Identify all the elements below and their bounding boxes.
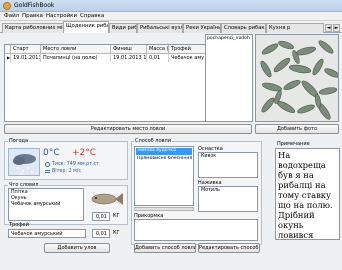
bait-item[interactable]: Мотиль bbox=[201, 188, 220, 193]
photo-list[interactable]: pochapenci_vodoh bbox=[205, 34, 253, 122]
catch-item[interactable]: Окунь bbox=[11, 196, 26, 201]
method-scrollbar[interactable] bbox=[134, 207, 194, 211]
edit-method-button[interactable]: Редактировать способ ловли bbox=[198, 243, 260, 253]
fish-icon bbox=[91, 193, 123, 205]
menu-bar: Файл Правка Настройки Справка bbox=[0, 12, 342, 21]
trophy-weight-unit: КГ bbox=[113, 230, 120, 236]
note-text[interactable]: На водохреща був я на рибалці на тому ст… bbox=[275, 148, 340, 240]
air-temperature: +2°C bbox=[72, 148, 97, 158]
menu-help[interactable]: Справка bbox=[80, 13, 104, 19]
tab-dictionary[interactable]: Словарь рибака bbox=[221, 23, 266, 33]
tab-scroll-right-icon[interactable]: ► bbox=[333, 24, 340, 32]
weather-legend: Погода bbox=[8, 138, 30, 144]
add-photo-button[interactable]: Добавить фото bbox=[255, 124, 339, 134]
snap-list[interactable]: Кивок bbox=[198, 152, 258, 178]
col-start[interactable]: Старт bbox=[11, 45, 41, 54]
water-temperature: 0°C bbox=[43, 148, 60, 158]
menu-edit[interactable]: Правка bbox=[22, 13, 43, 19]
add-catch-button[interactable]: Добавить улов bbox=[44, 243, 110, 253]
col-finish[interactable]: Финиш bbox=[111, 45, 147, 54]
trophy-legend: Трофей bbox=[9, 222, 29, 228]
catch-item[interactable]: Плітка bbox=[11, 190, 28, 195]
cell-mass[interactable]: 0,01 bbox=[147, 54, 169, 62]
method-item[interactable]: Прямовисне блесніння bbox=[136, 156, 192, 161]
window-title: GoldFishBook bbox=[14, 2, 55, 9]
wind-icon bbox=[45, 170, 50, 173]
tab-scroll-left-icon[interactable]: ◄ bbox=[325, 24, 332, 32]
pressure-icon bbox=[45, 162, 50, 167]
tab-rivers[interactable]: Реки України bbox=[183, 23, 221, 33]
cloud-snow-icon bbox=[13, 154, 36, 175]
photo-list-item[interactable]: pochapenci_vodoh bbox=[207, 36, 250, 41]
fish-picture bbox=[88, 187, 124, 211]
catch-item[interactable]: Чебачок амурський bbox=[11, 202, 60, 207]
tab-bar: Карта риболовних місць Щоденник рибака В… bbox=[0, 21, 342, 33]
tab-map[interactable]: Карта риболовних місць bbox=[2, 23, 64, 33]
groundbait-list[interactable] bbox=[134, 219, 258, 241]
tab-diary[interactable]: Щоденник рибака bbox=[63, 21, 109, 33]
trophy-weight-input[interactable]: 0,01 bbox=[92, 229, 110, 238]
snap-item[interactable]: Кивок bbox=[201, 154, 216, 159]
tab-knots[interactable]: Рибальські вузлі bbox=[137, 23, 183, 33]
menu-file[interactable]: Файл bbox=[4, 13, 19, 19]
catch-list[interactable]: Плітка Окунь Чебачок амурський bbox=[8, 188, 84, 221]
wind-value: Вітер: 2 м/с bbox=[52, 169, 82, 174]
trophy-field[interactable]: Чебачок амурський bbox=[8, 229, 86, 238]
catch-weight-unit: КГ bbox=[113, 213, 120, 219]
method-item[interactable]: Зимова вудочка bbox=[136, 148, 192, 155]
col-mass[interactable]: Масса (кг) bbox=[147, 45, 169, 54]
weather-image bbox=[8, 148, 40, 176]
cell-finish[interactable]: 19.01.2013 1 bbox=[111, 54, 147, 62]
title-bar: GoldFishBook bbox=[0, 0, 342, 12]
edit-place-button[interactable]: Редактировать место ловли bbox=[4, 124, 252, 134]
tab-kitchen[interactable]: Кухня р bbox=[266, 23, 324, 33]
col-place[interactable]: Место ловли bbox=[41, 45, 111, 54]
catch-photo bbox=[255, 34, 339, 122]
tab-fish-species[interactable]: Види риб bbox=[109, 23, 137, 33]
menu-settings[interactable]: Настройки bbox=[46, 13, 77, 19]
method-legend: Способ ловли bbox=[134, 138, 172, 144]
method-list[interactable]: Зимова вудочка Прямовисне блесніння bbox=[134, 146, 194, 206]
pressure-value: Тиск: 749 мм.рт.ст bbox=[52, 162, 99, 167]
cell-start[interactable]: 19.01.2013 13 bbox=[11, 54, 41, 62]
bait-list[interactable]: Мотиль bbox=[198, 186, 258, 212]
app-fish-icon bbox=[3, 2, 11, 10]
catch-weight-input[interactable]: 0,01 bbox=[92, 212, 110, 221]
fish-pile-image bbox=[256, 35, 338, 121]
cell-place[interactable]: Почапинці (на полю) bbox=[41, 54, 111, 62]
note-legend: Примечание bbox=[277, 141, 310, 147]
add-method-button[interactable]: Добавить способ ловли bbox=[134, 243, 196, 253]
